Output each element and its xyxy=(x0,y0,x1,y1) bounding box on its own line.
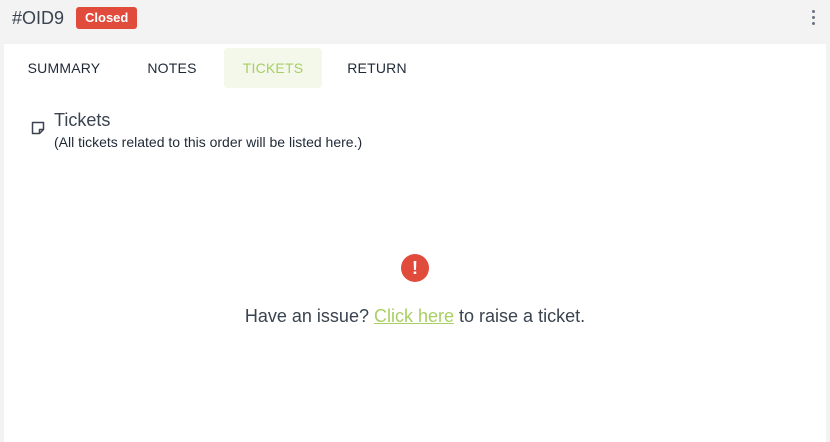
order-id: #OID9 xyxy=(12,8,65,28)
order-details-card: SUMMARY NOTES TICKETS RETURN Tickets (Al… xyxy=(4,44,826,442)
section-title: Tickets xyxy=(54,110,111,130)
order-header: #OID9 Closed xyxy=(0,0,830,40)
empty-state-message: Have an issue? Click here to raise a tic… xyxy=(4,306,826,327)
tab-summary[interactable]: SUMMARY xyxy=(14,48,114,88)
status-badge: Closed xyxy=(76,7,138,29)
kebab-menu-icon[interactable] xyxy=(810,10,816,28)
raise-ticket-link[interactable]: Click here xyxy=(374,306,454,326)
empty-state: ! Have an issue? Click here to raise a t… xyxy=(4,254,826,327)
note-icon xyxy=(31,121,45,135)
tab-return[interactable]: RETURN xyxy=(336,48,418,88)
tab-notes[interactable]: NOTES xyxy=(132,48,212,88)
tab-tickets[interactable]: TICKETS xyxy=(224,48,322,88)
empty-state-suffix: to raise a ticket. xyxy=(459,306,586,326)
alert-icon: ! xyxy=(401,254,429,282)
empty-state-prefix: Have an issue? xyxy=(244,306,369,326)
section-subtitle: (All tickets related to this order will … xyxy=(54,134,363,150)
